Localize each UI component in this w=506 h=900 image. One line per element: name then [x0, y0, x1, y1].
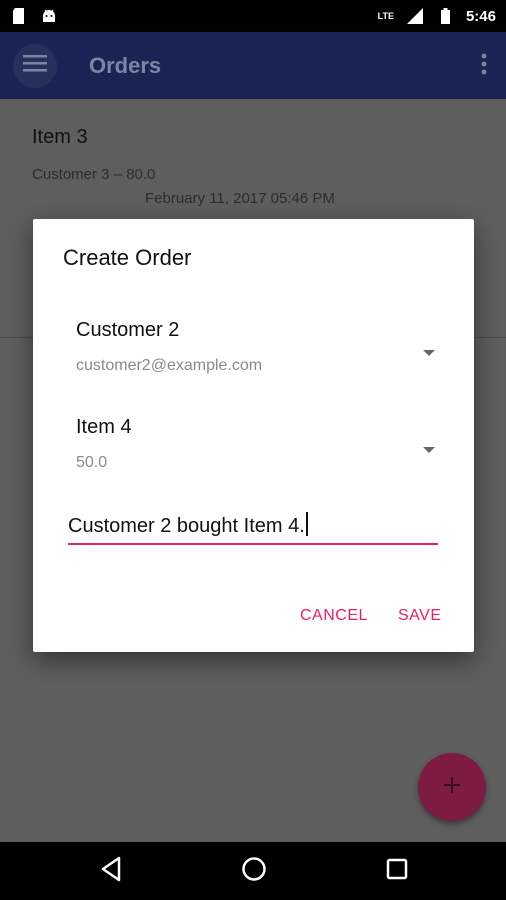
signal-icon	[406, 7, 424, 25]
home-button[interactable]	[240, 856, 268, 887]
list-item-subtitle: Customer 3 – 80.0	[32, 166, 156, 183]
customer-name: Customer 2	[76, 319, 180, 341]
home-circle-icon	[241, 856, 267, 887]
menu-button[interactable]	[13, 43, 57, 88]
android-icon	[40, 7, 58, 25]
overflow-menu-button[interactable]	[476, 52, 492, 80]
dropdown-arrow-icon	[422, 344, 436, 356]
status-time: 5:46	[465, 7, 496, 25]
battery-icon	[436, 7, 454, 25]
recents-button[interactable]	[383, 857, 411, 885]
status-right-icons: LTE 5:46	[378, 7, 496, 25]
back-triangle-icon	[99, 856, 123, 887]
plus-icon	[442, 775, 462, 800]
network-label: LTE	[377, 11, 394, 21]
item-spinner[interactable]: Item 4 50.0	[76, 416, 446, 496]
recents-square-icon	[385, 857, 409, 886]
list-item-title: Item 3	[32, 126, 88, 148]
app-bar: Orders	[0, 32, 506, 99]
customer-email: customer2@example.com	[76, 357, 263, 374]
save-button[interactable]: SAVE	[398, 607, 442, 625]
text-cursor	[305, 512, 308, 536]
cancel-button[interactable]: CANCEL	[300, 607, 368, 625]
status-left-icons	[10, 7, 58, 25]
order-note-input[interactable]: Customer 2 bought Item 4.	[68, 509, 438, 545]
add-order-button[interactable]	[418, 753, 486, 821]
dialog-actions: CANCEL SAVE	[33, 607, 474, 631]
hamburger-icon	[23, 54, 47, 77]
order-note-value: Customer 2 bought Item 4.	[68, 515, 305, 537]
dialog-title: Create Order	[63, 245, 192, 270]
more-vert-icon	[481, 53, 487, 80]
dropdown-arrow-icon	[422, 441, 436, 453]
status-bar: LTE 5:46	[0, 0, 506, 32]
create-order-dialog: Create Order Customer 2 customer2@exampl…	[33, 219, 474, 652]
page-title: Orders	[89, 52, 162, 78]
back-button[interactable]	[97, 856, 125, 887]
customer-spinner[interactable]: Customer 2 customer2@example.com	[76, 319, 446, 399]
item-price: 50.0	[76, 454, 108, 471]
navigation-bar	[0, 842, 506, 900]
item-name: Item 4	[76, 416, 132, 438]
sd-card-icon	[10, 7, 28, 25]
list-item-date: February 11, 2017 05:46 PM	[145, 190, 335, 207]
